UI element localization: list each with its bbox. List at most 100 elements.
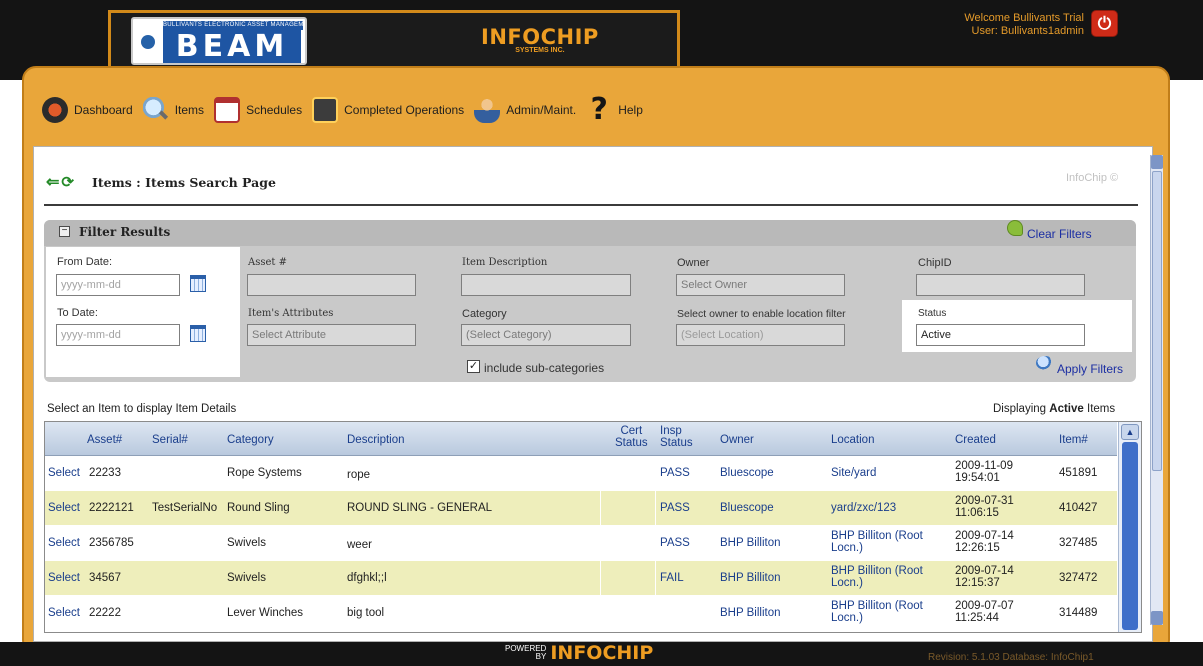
back-arrow-icon[interactable]: ⇐ — [46, 172, 59, 192]
created-time: 11:25:44 — [955, 612, 999, 624]
owner-cell: BHP Billiton — [720, 537, 781, 549]
display-status-note: Displaying Active Items — [993, 403, 1115, 415]
col-insp-status[interactable]: Insp Status — [660, 425, 693, 449]
page-scroll-thumb[interactable] — [1152, 171, 1162, 471]
grid-header: Asset# Serial# Category Description Cert… — [45, 422, 1117, 456]
status-label: Status — [918, 308, 947, 319]
display-prefix: Displaying — [993, 403, 1047, 415]
col-created[interactable]: Created — [955, 434, 996, 446]
nav-admin-maint[interactable]: Admin/Maint. — [474, 97, 576, 123]
refresh-icon[interactable]: ⟳ — [61, 173, 74, 191]
scroll-thumb[interactable] — [1122, 442, 1138, 630]
table-row[interactable]: Select 2356785 Swivels weer PASS BHP Bil… — [45, 526, 1117, 561]
category-cell: Swivels — [227, 537, 266, 549]
item-number-cell: 327485 — [1059, 537, 1098, 549]
nav-label: Schedules — [246, 103, 303, 117]
category-cell: Rope Systems — [227, 467, 302, 479]
insp-status-cell: PASS — [660, 537, 690, 549]
page-scroll-up-icon[interactable] — [1151, 155, 1163, 169]
display-active: Active — [1049, 403, 1084, 415]
table-row[interactable]: Select 22233 Rope Systems rope PASS Blue… — [45, 456, 1117, 491]
location-select[interactable]: (Select Location) — [676, 324, 845, 346]
created-date: 2009-07-14 — [955, 530, 1014, 542]
collapse-icon[interactable]: − — [59, 226, 70, 237]
created-cell: 2009-07-14 12:26:15 — [955, 530, 1014, 554]
clear-filters-link[interactable]: Clear Filters — [1027, 227, 1092, 241]
filter-title[interactable]: Filter Results — [79, 225, 170, 239]
nav-dashboard[interactable]: Dashboard — [42, 97, 133, 123]
table-row[interactable]: Select 2222121 TestSerialNo Round Sling … — [45, 491, 1117, 526]
col-cert-status[interactable]: Cert Status — [615, 425, 648, 449]
select-link[interactable]: Select — [48, 467, 80, 479]
serial-cell: TestSerialNo — [152, 502, 218, 514]
asset-cell: 22222 — [89, 607, 121, 619]
apply-filters-icon[interactable] — [1036, 356, 1054, 370]
asset-input[interactable] — [247, 274, 416, 296]
description-cell: weer — [347, 539, 372, 551]
created-cell: 2009-11-09 19:54:01 — [955, 460, 1013, 484]
description-cell: ROUND SLING - GENERAL — [347, 502, 493, 514]
col-category[interactable]: Category — [227, 434, 274, 446]
description-input[interactable] — [461, 274, 631, 296]
logout-power-button[interactable]: ⏻ — [1091, 10, 1118, 37]
select-link[interactable]: Select — [48, 607, 80, 619]
from-date-input[interactable]: yyyy-mm-dd — [56, 274, 180, 296]
status-select[interactable]: Active — [916, 324, 1085, 346]
page-title: Items : Items Search Page — [91, 174, 276, 190]
from-date-calendar-icon[interactable] — [190, 275, 206, 292]
insp-status-cell: PASS — [660, 502, 690, 514]
col-item-number[interactable]: Item# — [1059, 434, 1088, 446]
main-nav: Dashboard Items Schedules Completed Oper… — [42, 94, 653, 126]
owner-cell: Bluescope — [720, 502, 774, 514]
admin-person-icon — [474, 97, 501, 123]
col-serial[interactable]: Serial# — [152, 434, 188, 446]
select-link[interactable]: Select — [48, 537, 80, 549]
select-link[interactable]: Select — [48, 572, 80, 584]
insp-status-cell: FAIL — [660, 572, 684, 584]
col-description[interactable]: Description — [347, 434, 405, 446]
col-insp-line2: Status — [660, 437, 693, 449]
nav-items[interactable]: Items — [142, 97, 204, 123]
grid-scrollbar[interactable]: ▲ — [1118, 422, 1141, 632]
nav-schedules[interactable]: Schedules — [214, 97, 302, 123]
description-cell: rope — [347, 469, 371, 481]
col-cert-line1: Cert — [620, 425, 643, 437]
attributes-select[interactable]: Select Attribute — [247, 324, 416, 346]
nav-completed-operations[interactable]: Completed Operations — [312, 97, 464, 123]
owner-cell: Bluescope — [720, 467, 774, 479]
clear-filters-icon[interactable] — [1007, 220, 1023, 236]
include-sub-categories-checkbox[interactable]: ✓ — [467, 360, 480, 373]
scroll-up-arrow-icon[interactable]: ▲ — [1121, 424, 1139, 440]
asset-cell: 34567 — [89, 572, 121, 584]
asset-cell: 2356785 — [89, 537, 134, 549]
chipid-input[interactable] — [916, 274, 1085, 296]
table-row[interactable]: Select 34567 Swivels dfghkl;;l FAIL BHP … — [45, 561, 1117, 596]
created-date: 2009-07-07 — [955, 600, 1014, 612]
page-header: ⇐ ⟳ Items : Items Search Page — [46, 172, 276, 192]
location-cell: Site/yard — [831, 467, 877, 479]
nav-help[interactable]: ? Help — [586, 95, 643, 125]
page-scrollbar[interactable] — [1150, 155, 1163, 625]
from-date-label: From Date: — [57, 256, 113, 268]
owner-label: Owner — [677, 257, 710, 269]
page-scroll-down-icon[interactable] — [1151, 611, 1163, 625]
to-date-calendar-icon[interactable] — [190, 325, 206, 342]
item-number-cell: 410427 — [1059, 502, 1098, 514]
item-number-cell: 451891 — [1059, 467, 1098, 479]
created-time: 19:54:01 — [955, 472, 1000, 484]
col-asset[interactable]: Asset# — [87, 434, 122, 446]
owner-select[interactable]: Select Owner — [676, 274, 845, 296]
col-owner[interactable]: Owner — [720, 434, 754, 446]
category-select[interactable]: (Select Category) — [461, 324, 631, 346]
nav-label: Admin/Maint. — [506, 103, 577, 117]
created-cell: 2009-07-14 12:15:37 — [955, 565, 1014, 589]
col-location[interactable]: Location — [831, 434, 874, 446]
location-cell: BHP Billiton (Root Locn.) — [831, 600, 923, 624]
created-date: 2009-11-09 — [955, 460, 1013, 472]
apply-filters-link[interactable]: Apply Filters — [1057, 362, 1123, 376]
to-date-input[interactable]: yyyy-mm-dd — [56, 324, 180, 346]
category-cell: Swivels — [227, 572, 266, 584]
select-link[interactable]: Select — [48, 502, 80, 514]
beam-logo-word: BEAM — [163, 30, 301, 63]
table-row[interactable]: Select 22222 Lever Winches big tool BHP … — [45, 596, 1117, 631]
